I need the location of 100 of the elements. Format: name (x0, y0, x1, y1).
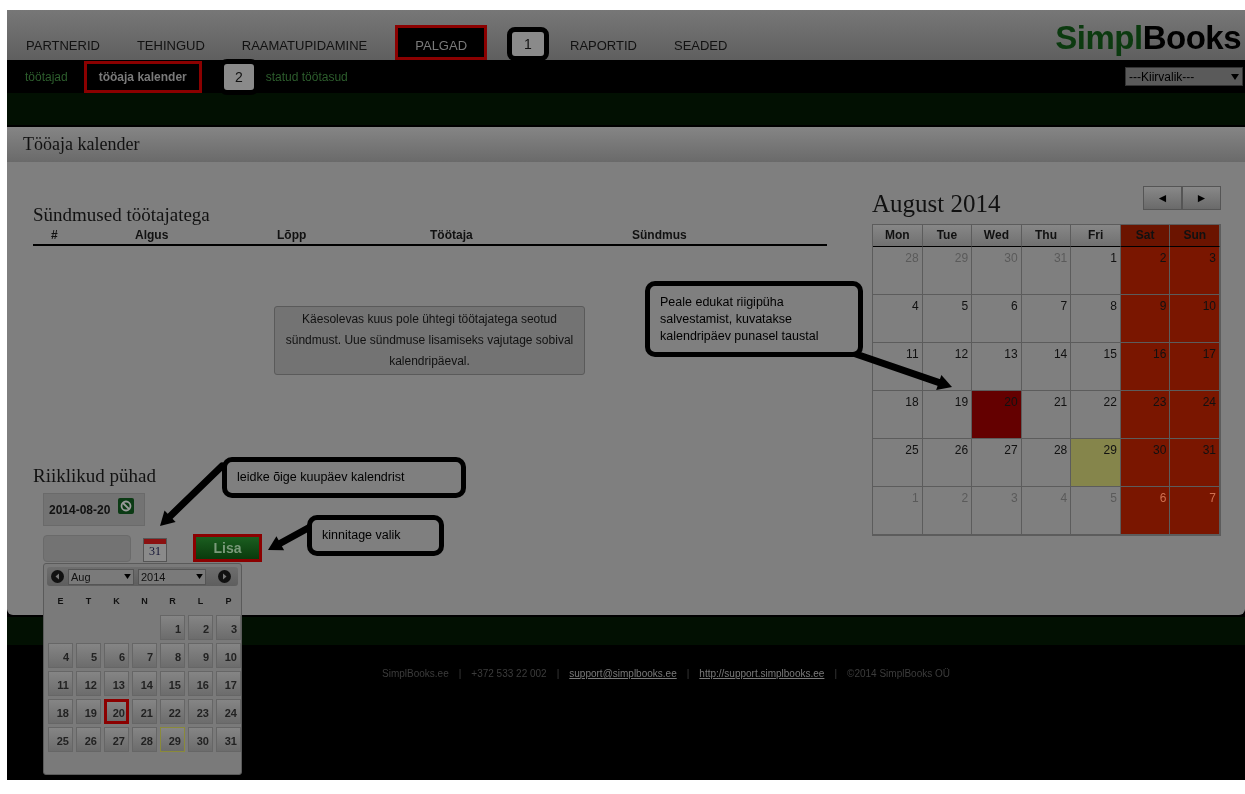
datepicker-day[interactable]: 4 (48, 643, 73, 668)
footer-text: SimplBooks.ee (382, 668, 449, 679)
datepicker-day[interactable]: 22 (160, 699, 185, 724)
datepicker-day[interactable]: 19 (76, 699, 101, 724)
calendar-day[interactable]: 18 (873, 391, 923, 439)
weekday-header: Wed (972, 225, 1022, 247)
calendar-day[interactable]: 13 (972, 343, 1022, 391)
calendar-day[interactable]: 14 (1021, 343, 1072, 391)
datepicker-day[interactable]: 3 (216, 615, 241, 640)
section-title: Sündmused töötajatega (33, 204, 210, 226)
nav-tab[interactable]: RAAMATUPIDAMINE (232, 25, 377, 60)
datepicker-day[interactable]: 5 (76, 643, 101, 668)
calendar-day[interactable]: 26 (922, 439, 973, 487)
calendar-day[interactable]: 19 (922, 391, 973, 439)
datepicker-day[interactable]: 17 (216, 671, 241, 696)
datepicker-day[interactable]: 1 (160, 615, 185, 640)
subnav-link[interactable]: statud töötasud (265, 62, 348, 91)
subnav-link[interactable]: tööaja kalender (83, 60, 202, 93)
quick-select[interactable]: ---Kiirvalik--- (1125, 67, 1243, 86)
page-title: Tööaja kalender (23, 134, 140, 155)
previous-month-icon[interactable] (51, 570, 64, 583)
datepicker-day[interactable]: 21 (132, 699, 157, 724)
datepicker-day[interactable]: 8 (160, 643, 185, 668)
delete-icon[interactable] (118, 497, 135, 514)
datepicker-day[interactable]: 14 (132, 671, 157, 696)
weekday-header: Tue (922, 225, 973, 247)
calendar-month-title: August 2014 (872, 190, 1001, 218)
datepicker-day[interactable]: 12 (76, 671, 101, 696)
annotation-callout: leidke õige kuupäev kalendrist (222, 457, 466, 498)
calendar-day[interactable]: 21 (1021, 391, 1072, 439)
annotation-arrow (160, 462, 226, 526)
footer-separator: | (458, 668, 462, 679)
footer-separator: | (556, 668, 560, 679)
calendar-day[interactable]: 15 (1071, 343, 1121, 391)
calendar-day[interactable]: 22 (1071, 391, 1121, 439)
datepicker-day[interactable]: 10 (216, 643, 241, 668)
datepicker-day[interactable]: 2 (188, 615, 213, 640)
datepicker-day[interactable]: 6 (104, 643, 129, 668)
footer-separator: | (686, 668, 690, 679)
datepicker-day[interactable]: 28 (132, 727, 157, 752)
weekday-header: Sun (1170, 225, 1220, 247)
datepicker-day[interactable]: 27 (104, 727, 129, 752)
datepicker-day[interactable]: 23 (188, 699, 213, 724)
caret-icon (196, 574, 203, 579)
calendar-day[interactable]: 7 (1170, 487, 1220, 535)
date-input-field[interactable] (43, 534, 131, 562)
nav-tab[interactable]: PALGAD (395, 25, 488, 60)
section-title: Riiklikud pühad (33, 465, 156, 487)
calendar-day[interactable]: 27 (972, 439, 1022, 487)
next-month-icon[interactable] (218, 570, 231, 583)
calendar-icon[interactable]: 31 (143, 538, 167, 562)
footer-separator: | (834, 668, 837, 679)
nav-tab[interactable]: SEADED (664, 25, 737, 60)
previous-month-button[interactable]: ◄ (1143, 186, 1182, 210)
weekday-header: Thu (1021, 225, 1072, 247)
datepicker-day[interactable]: 11 (48, 671, 73, 696)
notice-box: Käesolevas kuus pole ühtegi töötajatega seotud sündmust. Uue sündmuse lisamiseks vajutage sobival kalendripäeval. (274, 306, 585, 375)
weekday-label: N (140, 596, 149, 608)
datepicker-day[interactable]: 15 (160, 671, 185, 696)
month-select[interactable]: Aug (68, 568, 134, 585)
datepicker-day[interactable]: 20 (104, 699, 129, 724)
column-header: Lõpp (277, 228, 307, 242)
datepicker-day[interactable]: 29 (160, 727, 185, 752)
datepicker-day[interactable]: 13 (104, 671, 129, 696)
footer-link[interactable]: support@simplbooks.ee (569, 668, 677, 679)
calendar-day[interactable]: 8 (1071, 295, 1121, 343)
datepicker-day[interactable]: 7 (132, 643, 157, 668)
nav-tab[interactable]: TEHINGUD (127, 25, 214, 60)
subnav-link[interactable]: töötajad (25, 62, 68, 91)
weekday-label: L (196, 596, 205, 608)
datepicker-day[interactable]: 16 (188, 671, 213, 696)
calendar-day[interactable]: 5 (922, 295, 973, 343)
calendar-day[interactable]: 28 (1021, 439, 1072, 487)
year-select[interactable]: 2014 (138, 568, 206, 585)
datepicker-day[interactable]: 25 (48, 727, 73, 752)
weekday-label: K (112, 596, 121, 608)
calendar-day[interactable]: 7 (1021, 295, 1072, 343)
calendar-day[interactable]: 29 (1071, 439, 1121, 487)
calendar-day[interactable]: 25 (873, 439, 923, 487)
datepicker-day[interactable]: 31 (216, 727, 241, 752)
datepicker-day[interactable]: 9 (188, 643, 213, 668)
nav-tab[interactable]: PARTNERID (17, 25, 109, 60)
add-button[interactable]: Lisa (193, 534, 262, 562)
footer-link[interactable]: http://support.simplbooks.ee (699, 668, 825, 679)
calendar-day[interactable]: 6 (1120, 487, 1171, 535)
step-number-badge: 1 (507, 27, 549, 61)
weekday-label: R (168, 596, 177, 608)
datepicker-day[interactable]: 30 (188, 727, 213, 752)
nav-tab[interactable]: RAPORTID (561, 25, 646, 60)
calendar-day[interactable]: 1 (1071, 247, 1121, 295)
datepicker-day[interactable]: 26 (76, 727, 101, 752)
next-month-button[interactable]: ► (1182, 186, 1221, 210)
calendar-day[interactable]: 6 (972, 295, 1022, 343)
column-header: Algus (135, 228, 169, 242)
calendar-day[interactable]: 4 (873, 295, 923, 343)
datepicker-day[interactable]: 24 (216, 699, 241, 724)
annotation-callout: kinnitage valik (307, 515, 444, 556)
column-header: # (51, 228, 58, 242)
datepicker-day[interactable]: 18 (48, 699, 73, 724)
weekday-label: E (56, 596, 65, 608)
